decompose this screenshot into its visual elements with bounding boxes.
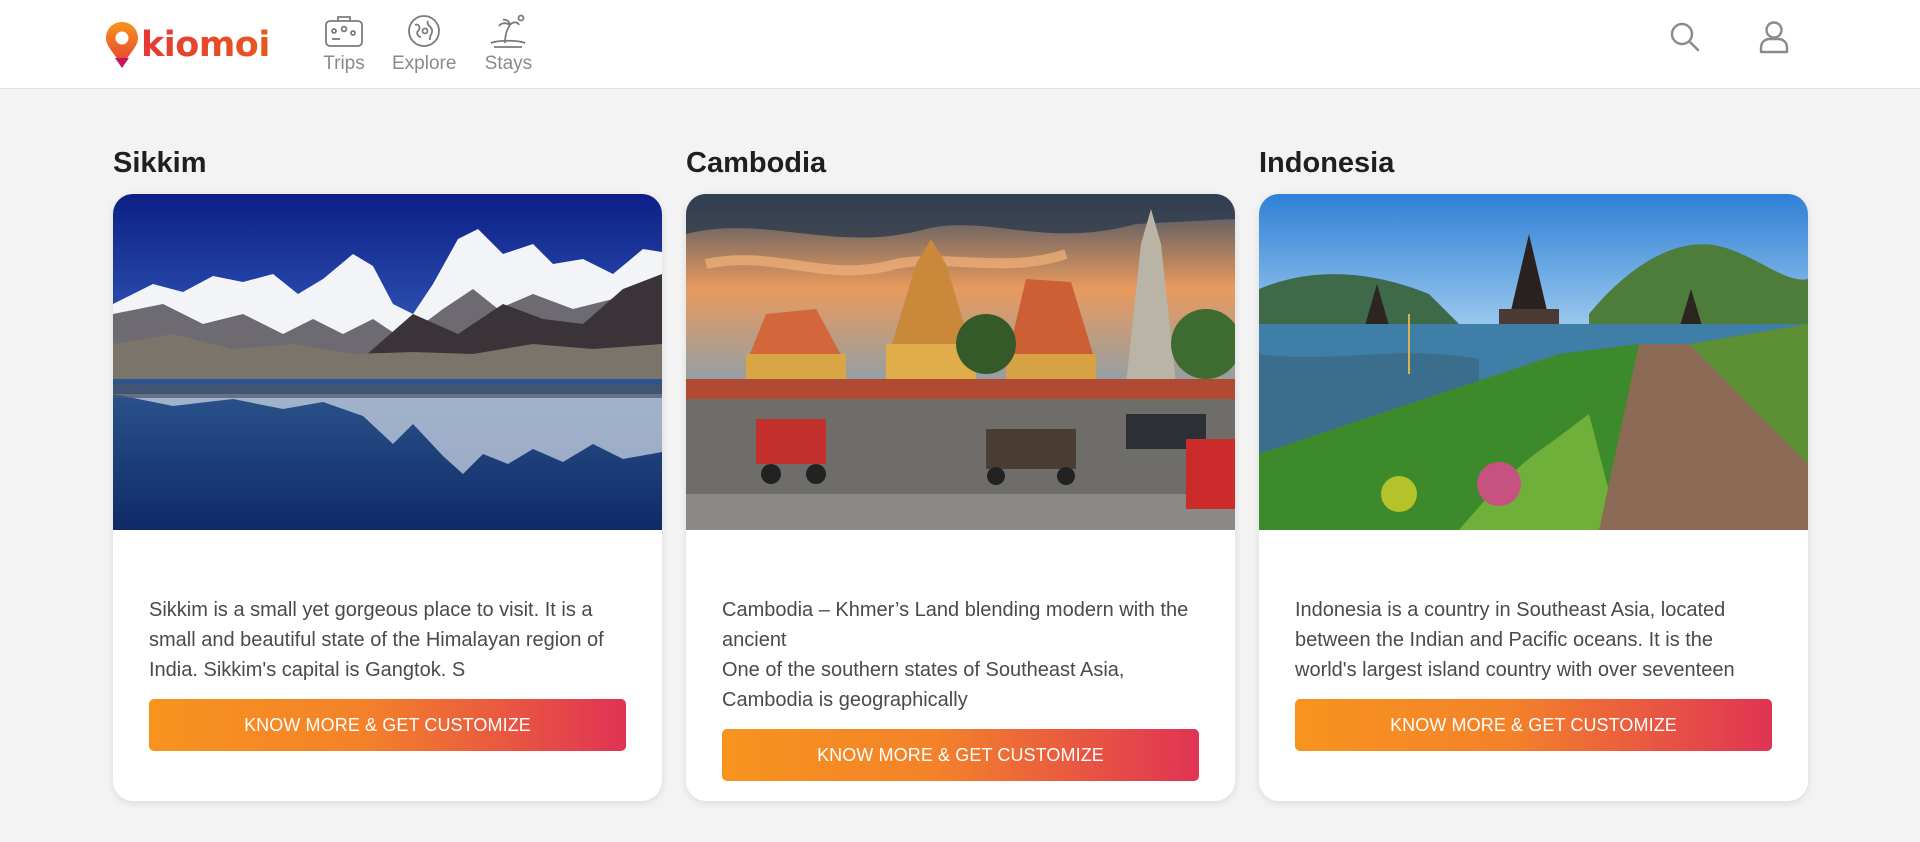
- destination-card-sikkim: Sikkim Sikkim is a small yet gorgeous pl…: [113, 140, 662, 801]
- know-more-customize-button[interactable]: KNOW MORE & GET CUSTOMIZE: [149, 699, 626, 751]
- destination-description: Sikkim is a small yet gorgeous place to …: [149, 595, 626, 685]
- know-more-customize-button[interactable]: KNOW MORE & GET CUSTOMIZE: [722, 729, 1199, 781]
- description-line: Indonesia is a country in Southeast Asia…: [1295, 599, 1735, 681]
- nav-stays-label: Stays: [484, 53, 533, 74]
- description-line: Sikkim is a small yet gorgeous place to …: [149, 599, 604, 681]
- temple-street-image[interactable]: [686, 194, 1235, 530]
- know-more-customize-button[interactable]: KNOW MORE & GET CUSTOMIZE: [1295, 699, 1772, 751]
- lake-temple-garden-image[interactable]: [1259, 194, 1808, 530]
- nav-stays[interactable]: Stays: [482, 12, 534, 75]
- card-container: Cambodia – Khmer’s Land blending modern …: [686, 194, 1235, 801]
- suitcase-icon: [323, 12, 365, 50]
- kiomoi-logo[interactable]: kiomoi: [104, 20, 270, 70]
- destination-description: Indonesia is a country in Southeast Asia…: [1295, 595, 1772, 685]
- card-container: Sikkim is a small yet gorgeous place to …: [113, 194, 662, 801]
- card-body: Sikkim is a small yet gorgeous place to …: [149, 530, 626, 801]
- island-icon: [487, 12, 529, 50]
- destination-card-indonesia: Indonesia Indonesia is a country in Sout…: [1259, 140, 1808, 801]
- description-line: One of the southern states of Southeast …: [722, 659, 1125, 711]
- card-body: Indonesia is a country in Southeast Asia…: [1295, 530, 1772, 801]
- user-icon[interactable]: [1757, 20, 1791, 54]
- search-icon[interactable]: [1668, 20, 1702, 54]
- brand-name: kiomoi: [141, 24, 270, 65]
- globe-icon: [403, 12, 445, 50]
- destination-title: Indonesia: [1259, 147, 1395, 179]
- nav-explore[interactable]: Explore: [392, 12, 456, 75]
- mountain-lake-image[interactable]: [113, 194, 662, 530]
- destination-title: Cambodia: [686, 147, 827, 179]
- destination-card-cambodia: Cambodia Cambodia – Khmer’s Land blendin…: [686, 140, 1235, 801]
- destination-title: Sikkim: [113, 147, 207, 179]
- card-body: Cambodia – Khmer’s Land blending modern …: [722, 530, 1199, 801]
- location-pin-logo-icon: [106, 22, 138, 68]
- nav-trips[interactable]: Trips: [318, 12, 370, 75]
- nav-trips-label: Trips: [323, 53, 365, 74]
- description-line: Cambodia – Khmer’s Land blending modern …: [722, 599, 1189, 651]
- nav-explore-label: Explore: [392, 53, 457, 74]
- main-nav: Trips Explore Stays: [318, 12, 556, 75]
- card-container: Indonesia is a country in Southeast Asia…: [1259, 194, 1808, 801]
- top-header: kiomoi Trips Explore Stays: [0, 0, 1920, 89]
- destination-description: Cambodia – Khmer’s Land blending modern …: [722, 595, 1199, 715]
